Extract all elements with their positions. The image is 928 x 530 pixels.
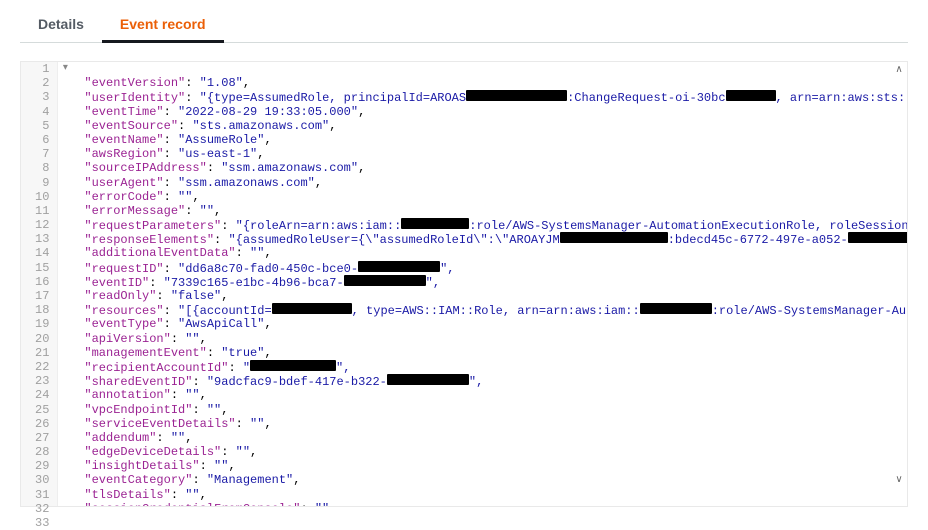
code-line: "edgeDeviceDetails": "", <box>60 445 907 459</box>
tab-event-record[interactable]: Event record <box>102 6 224 43</box>
code-line: "recipientAccountId": "", <box>60 360 907 374</box>
code-line: "eventID": "7339c165-e1bc-4b96-bca7-", <box>60 275 907 289</box>
code-line: "awsRegion": "us-east-1", <box>60 147 907 161</box>
code-line: ▾ <box>60 62 907 76</box>
code-line: "eventCategory": "Management", <box>60 473 907 487</box>
code-line: "additionalEventData": "", <box>60 246 907 260</box>
code-line: "serviceEventDetails": "", <box>60 417 907 431</box>
code-line: "eventTime": "2022-08-29 19:33:05.000", <box>60 105 907 119</box>
redacted-block <box>401 218 469 229</box>
code-line: "userAgent": "ssm.amazonaws.com", <box>60 176 907 190</box>
redacted-block <box>848 232 907 243</box>
code-line: "readOnly": "false", <box>60 289 907 303</box>
tab-bar: Details Event record <box>20 6 908 43</box>
code-line: "sourceIPAddress": "ssm.amazonaws.com", <box>60 161 907 175</box>
tab-details[interactable]: Details <box>20 6 102 42</box>
code-line: "annotation": "", <box>60 388 907 402</box>
code-editor: 1234567891011121314151617181920212223242… <box>20 61 908 507</box>
code-line: "errorCode": "", <box>60 190 907 204</box>
code-line: "sessionCredentialFromConsole": "" <box>60 502 907 506</box>
scroll-down-icon[interactable]: ∨ <box>892 474 906 488</box>
scroll-up-icon[interactable]: ∧ <box>892 64 906 78</box>
redacted-block <box>272 303 352 314</box>
code-line: "eventSource": "sts.amazonaws.com", <box>60 119 907 133</box>
redacted-block <box>250 360 336 371</box>
code-line: "responseElements": "{assumedRoleUser={\… <box>60 232 907 246</box>
code-line: "eventVersion": "1.08", <box>60 76 907 90</box>
fold-icon[interactable]: ▾ <box>60 62 70 76</box>
redacted-block <box>640 303 712 314</box>
code-line: "requestID": "dd6a8c70-fad0-450c-bce0-", <box>60 261 907 275</box>
code-line: "apiVersion": "", <box>60 332 907 346</box>
code-line: "tlsDetails": "", <box>60 488 907 502</box>
redacted-block <box>344 275 426 286</box>
code-line: "requestParameters": "{roleArn=arn:aws:i… <box>60 218 907 232</box>
code-line: "managementEvent": "true", <box>60 346 907 360</box>
code-line: "insightDetails": "", <box>60 459 907 473</box>
redacted-block <box>358 261 440 272</box>
code-line: "eventType": "AwsApiCall", <box>60 317 907 331</box>
redacted-block <box>387 374 469 385</box>
code-line: "eventName": "AssumeRole", <box>60 133 907 147</box>
redacted-block <box>466 90 567 101</box>
code-content: ▾"eventVersion": "1.08","userIdentity": … <box>58 62 907 506</box>
code-line: "userIdentity": "{type=AssumedRole, prin… <box>60 90 907 104</box>
line-number-gutter: 1234567891011121314151617181920212223242… <box>21 62 58 506</box>
code-line: "addendum": "", <box>60 431 907 445</box>
code-line: "resources": "[{accountId=, type=AWS::IA… <box>60 303 907 317</box>
code-line: "vpcEndpointId": "", <box>60 403 907 417</box>
code-line: "sharedEventID": "9adcfac9-bdef-417e-b32… <box>60 374 907 388</box>
code-line: "errorMessage": "", <box>60 204 907 218</box>
code-scroll-region[interactable]: ▾"eventVersion": "1.08","userIdentity": … <box>58 62 907 506</box>
redacted-block <box>560 232 668 243</box>
redacted-block <box>726 90 776 101</box>
